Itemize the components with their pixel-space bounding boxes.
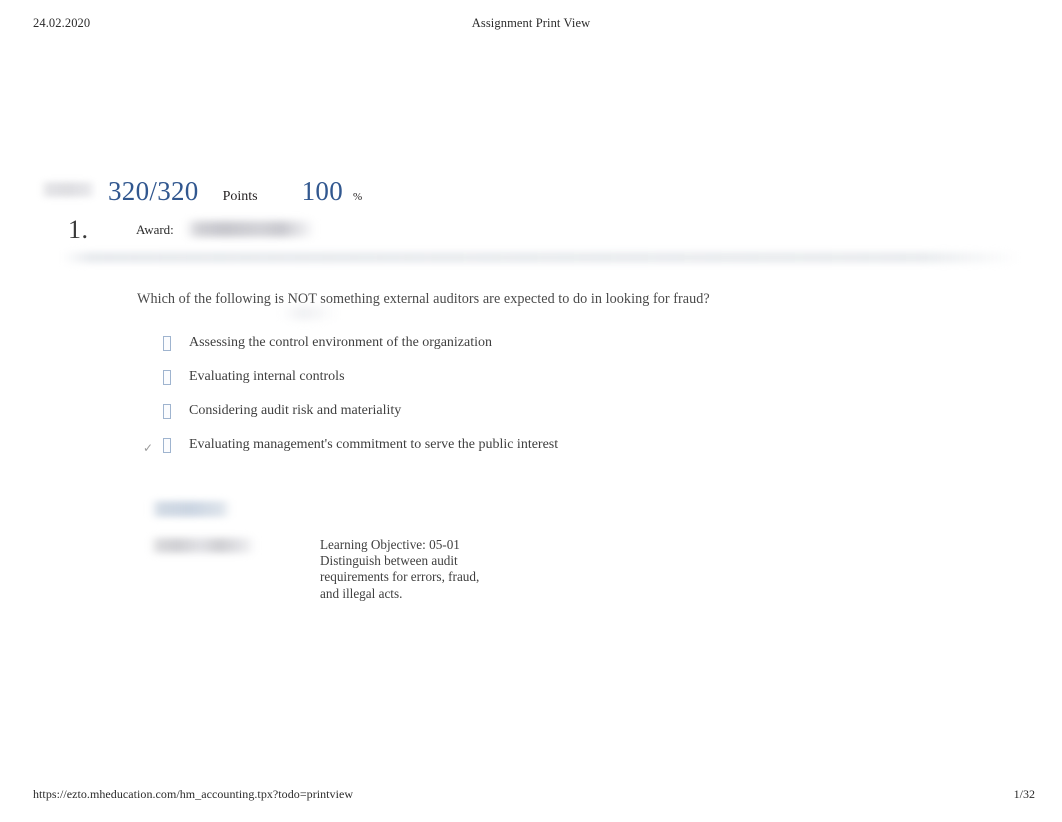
question-number: 1. <box>68 215 89 244</box>
question-prompt-smudge <box>281 306 337 320</box>
answer-options-list: Assessing the control environment of the… <box>137 330 837 466</box>
question-prompt: Which of the following is NOT something … <box>137 291 710 307</box>
metadata-link-redacted[interactable] <box>150 501 232 517</box>
answer-option-row[interactable]: Evaluating internal controls <box>137 364 837 398</box>
answer-option-row[interactable]: Considering audit risk and materiality <box>137 398 837 432</box>
answer-option-row[interactable]: Assessing the control environment of the… <box>137 330 837 364</box>
score-summary: 320/320 Points 100 % <box>40 176 362 207</box>
print-footer-url: https://ezto.mheducation.com/hm_accounti… <box>33 787 354 801</box>
learning-objective: Learning Objective: 05-01 Distinguish be… <box>320 537 480 601</box>
answer-option-label: Considering audit risk and materiality <box>189 403 402 418</box>
answer-option-label: Evaluating internal controls <box>189 369 345 384</box>
print-footer-page-indicator: 1/32 <box>1013 787 1035 801</box>
print-header-title: Assignment Print View <box>471 16 591 30</box>
answer-option-label: Evaluating management's commitment to se… <box>189 437 559 452</box>
score-points-label: Points <box>222 189 258 204</box>
correct-check-icon: ✓ <box>143 441 154 455</box>
answer-option-row-selected[interactable]: ✓ Evaluating management's commitment to … <box>137 432 837 466</box>
award-value-redacted <box>185 221 315 237</box>
metadata-text-redacted <box>150 538 256 553</box>
score-fraction: 320/320 <box>108 176 199 206</box>
section-divider <box>62 252 1020 263</box>
checkbox-icon[interactable] <box>163 438 171 453</box>
assignment-print-view-page: 24.02.2020 Assignment Print View 320/320… <box>0 0 1062 822</box>
answer-option-label: Assessing the control environment of the… <box>189 335 493 350</box>
score-label-redacted <box>40 182 96 197</box>
score-percent-sign: % <box>353 191 363 203</box>
checkbox-icon[interactable] <box>163 404 171 419</box>
score-percent-value: 100 <box>301 176 344 206</box>
checkbox-icon[interactable] <box>163 370 171 385</box>
checkbox-icon[interactable] <box>163 336 171 351</box>
award-label: Award: <box>136 222 174 237</box>
